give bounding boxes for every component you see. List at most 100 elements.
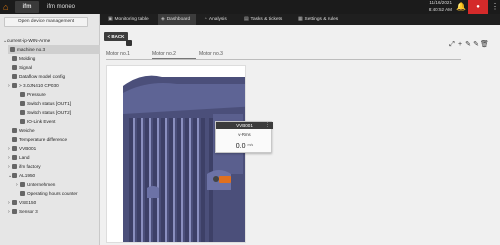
trash-icon[interactable]: 🗑 [480, 41, 489, 49]
sidebar: Open device management ⌄current-ip-WIN-A… [0, 14, 100, 245]
tree-item-label: Unternehmen [27, 182, 56, 187]
dashboard-main: < BACK ⤢ + ✎ ✎🗑 Motor no.1 Motor no.2 Motor… [100, 25, 500, 245]
top-bar: ⌂ ifm ifm moneo 11/16/2021 8:40:52 AM 🔔 … [0, 0, 500, 14]
machine-icon [10, 46, 15, 52]
folder-icon [12, 163, 17, 169]
tab-monitoring-table[interactable]: ▣ Monitoring table [106, 14, 154, 25]
tree-item-land[interactable]: › Land [8, 153, 29, 162]
tree-item-label: Operating hours counter [27, 191, 78, 196]
widget-value: 0.0 m/s [216, 140, 273, 150]
tree-item-label: Switch status [OUT2] [27, 110, 72, 115]
table-icon: ▣ [108, 17, 113, 22]
tree-item-ifm-factory[interactable]: › ifm factory [8, 162, 41, 171]
tree-item-dataflow[interactable]: Dataflow model config [12, 72, 65, 81]
tree-item-al1950[interactable]: ⌄ AL1950 [8, 171, 35, 180]
tree-item-label: current-ip-WIN-Arme [7, 38, 51, 43]
analysis-icon: ◔ [204, 17, 207, 22]
main-tabs: ▣ Monitoring table ◈ Dashboard ◔ Analysis ▤… [100, 14, 500, 25]
device-icon [12, 172, 17, 178]
tree-item-io-link-event[interactable]: IO-Link Event [20, 117, 55, 126]
dashboard-toolbar: ⤢ + ✎ ✎🗑 [448, 33, 494, 48]
tab-motor-1[interactable]: Motor no.1 [106, 49, 150, 59]
tree-item-current-ip[interactable]: ⌄current-ip-WIN-Arme [3, 36, 50, 45]
motor-tabs-divider [106, 59, 461, 60]
widget-menu-icon[interactable]: ⋮ [265, 122, 270, 129]
tree-item-temperature-difference[interactable]: Temperature difference [12, 135, 67, 144]
tree-item-vse150[interactable]: › VSE150 [8, 198, 36, 207]
tree-item-label: Molding [19, 56, 36, 61]
dataflow-icon [12, 73, 17, 79]
add-icon[interactable]: + [456, 41, 464, 49]
device-icon [12, 82, 17, 88]
tree-item-sensor-group[interactable]: › > 3.0JN410 CP030 [8, 81, 59, 90]
tree-item-vvb001[interactable]: › VVB001 [8, 144, 36, 153]
fullscreen-icon[interactable]: ⤢ [448, 41, 456, 49]
kebab-menu-icon[interactable]: ⋮ [491, 2, 499, 12]
open-device-management-button[interactable]: Open device management [4, 17, 88, 27]
edit-icon[interactable]: ✎ [464, 41, 472, 49]
signal-icon [20, 100, 25, 106]
brand-logo: ifm [15, 1, 39, 13]
tab-tasks-tickets[interactable]: ▤ Tasks & tickets [242, 14, 296, 25]
tab-label: Settings & rules [304, 17, 339, 22]
folder-icon [12, 154, 17, 160]
tab-label: Dashboard [166, 17, 191, 22]
settings-icon: ▦ [298, 17, 303, 22]
tree-item-signal[interactable]: Signal [12, 63, 32, 72]
tree-item-label: Land [19, 155, 30, 160]
signal-icon [12, 64, 17, 70]
tree-item-label: > 3.0JN410 CP030 [19, 83, 59, 88]
widget-value-number: 0.0 [235, 143, 246, 150]
signal-icon [20, 109, 25, 115]
tree-item-machine-no3[interactable]: machine no.3 [8, 45, 100, 54]
tree-item-label: Weiche [19, 128, 35, 133]
tree-item-sensor-3[interactable]: › Sensor 3 [8, 207, 38, 216]
bell-icon[interactable]: 🔔 [456, 1, 466, 12]
tab-dashboard[interactable]: ◈ Dashboard [158, 14, 196, 25]
tab-label: Analysis [208, 17, 227, 22]
tasks-icon: ▤ [244, 17, 249, 22]
tab-label: Monitoring table [114, 17, 149, 22]
tree-item-label: Dataflow model config [19, 74, 66, 79]
time-text: 8:40:52 AM [428, 6, 452, 12]
tree-item-label: Temperature difference [19, 137, 68, 142]
event-icon [20, 118, 25, 124]
tree-item-weiche[interactable]: Weiche [12, 126, 35, 135]
tab-motor-3[interactable]: Motor no.3 [199, 49, 239, 59]
tree-item-label: IO-Link Event [27, 119, 56, 124]
tree-item-switch-out2[interactable]: Switch status [OUT2] [20, 108, 71, 117]
tab-motor-2[interactable]: Motor no.2 [152, 49, 196, 59]
user-button[interactable]: ● [468, 0, 488, 14]
tree-item-pressure[interactable]: Pressure [20, 90, 46, 99]
tree-item-molding[interactable]: Molding [12, 54, 35, 63]
tree-item-unternehmen[interactable]: › Unternehmen [16, 180, 55, 189]
pen-icon[interactable]: ✎ [472, 41, 480, 49]
tree-item-switch-out1[interactable]: Switch status [OUT1] [20, 99, 71, 108]
tree-item-label: AL1950 [19, 173, 36, 178]
signal-icon [12, 55, 17, 61]
back-button[interactable]: < BACK [104, 32, 128, 41]
home-icon[interactable]: ⌂ [3, 2, 13, 12]
tree-item-label: Switch status [OUT1] [27, 101, 72, 106]
app-title: ifm moneo [47, 4, 76, 10]
signal-icon [20, 91, 25, 97]
tree-item-label: Signal [19, 65, 33, 70]
dashboard-icon: ◈ [161, 17, 165, 22]
tree-item-label: ifm factory [19, 164, 41, 169]
tree-item-label: VVB001 [19, 146, 37, 151]
sensor-widget[interactable]: VVB001 ⋮ v-Rms 0.0 m/s [215, 121, 273, 153]
signal-icon [20, 190, 25, 196]
mouse-cursor-icon [126, 40, 132, 46]
tab-settings-rules[interactable]: ▦ Settings & rules [296, 14, 356, 25]
tree-item-operating-hours[interactable]: Operating hours counter [20, 189, 78, 198]
tree-item-label: VSE150 [19, 200, 37, 205]
tree-item-label: Pressure [27, 92, 46, 97]
tab-label: Tasks & tickets [250, 17, 283, 22]
tab-analysis[interactable]: ◔ Analysis [202, 14, 234, 25]
widget-label: v-Rms [238, 132, 251, 137]
device-icon [12, 145, 17, 151]
device-icon [12, 208, 17, 214]
signal-icon [12, 127, 17, 133]
folder-icon [20, 181, 25, 187]
motor-image [106, 65, 246, 243]
